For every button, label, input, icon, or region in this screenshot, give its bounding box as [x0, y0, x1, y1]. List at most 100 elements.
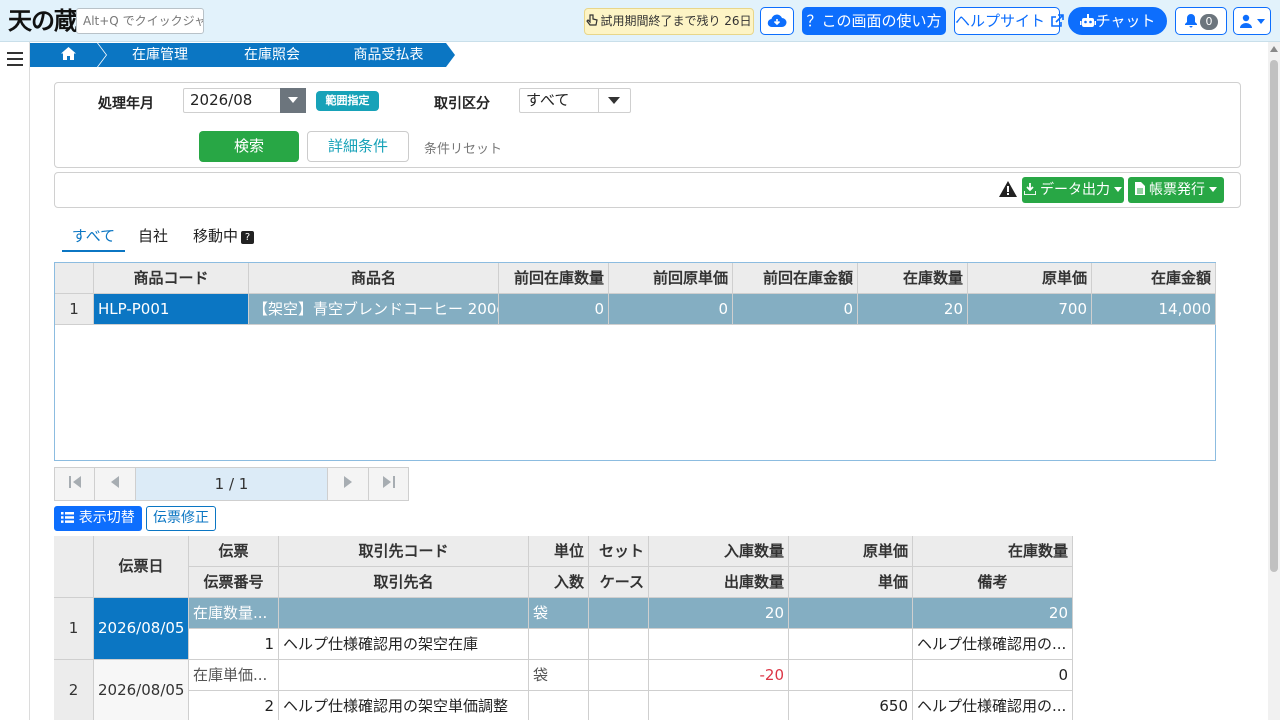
trade-label: 取引区分 [434, 96, 490, 112]
home-icon [61, 47, 76, 60]
grid2-header-price[interactable]: 単価 [789, 567, 913, 598]
table-cell-prev-cost[interactable]: 0 [609, 294, 733, 325]
table-cell-per[interactable] [529, 629, 589, 660]
table-cell-case[interactable] [589, 629, 649, 660]
breadcrumb-home[interactable] [30, 43, 106, 67]
table-cell-partner-name[interactable]: ヘルプ仕様確認用の架空在庫 [279, 629, 529, 660]
next-page-button[interactable] [328, 468, 369, 500]
grid-header-prev-qty[interactable]: 前回在庫数量 [499, 263, 609, 294]
table-cell-per[interactable] [529, 691, 589, 720]
table-cell-cost[interactable] [789, 598, 913, 629]
reset-conditions-link[interactable]: 条件リセット [424, 138, 502, 157]
trade-caret-down-icon[interactable] [608, 97, 620, 105]
table-cell-date[interactable]: 2026/08/05 [94, 660, 189, 720]
table-cell-price[interactable]: 650 [789, 691, 913, 720]
tab-own[interactable]: 自社 [138, 226, 168, 252]
breadcrumb-inventory[interactable]: 在庫管理 [98, 43, 222, 67]
table-cell-slip-no[interactable]: 2 [189, 691, 279, 720]
grid2-header-slip[interactable]: 伝票 [189, 536, 279, 567]
trial-notice[interactable]: 試用期間終了まで残り 26日 [584, 8, 754, 35]
help-question-icon[interactable]: ? [241, 231, 255, 244]
grid2-header-per[interactable]: 入数 [529, 567, 589, 598]
howto-button[interactable]: ？この画面の使い方 [802, 7, 946, 35]
chat-button[interactable]: チャット [1068, 7, 1167, 35]
warning-icon[interactable] [999, 181, 1017, 197]
table-cell-partner-name[interactable]: ヘルプ仕様確認用の架空単価調整 [279, 691, 529, 720]
table-cell-type[interactable]: 在庫数量... [189, 598, 279, 629]
period-dropdown-button[interactable] [280, 88, 306, 113]
grid-header-code[interactable]: 商品コード [94, 263, 249, 294]
table-cell-partner-code[interactable] [279, 598, 529, 629]
grid2-header-out-qty[interactable]: 出庫数量 [649, 567, 789, 598]
notification-button[interactable]: 0 [1175, 7, 1227, 35]
table-cell-price[interactable] [789, 629, 913, 660]
table-cell-name[interactable]: 【架空】青空ブレンドコーヒー 200g [249, 294, 499, 325]
grid2-header-case[interactable]: ケース [589, 567, 649, 598]
first-page-button[interactable] [55, 468, 95, 500]
grid-header-cost[interactable]: 原単価 [968, 263, 1092, 294]
table-cell-out-qty[interactable] [649, 629, 789, 660]
grid2-header-stock-qty[interactable]: 在庫数量 [913, 536, 1073, 567]
grid-header-prev-amount[interactable]: 前回在庫金額 [733, 263, 858, 294]
cloud-download-button[interactable] [760, 7, 794, 35]
data-output-button[interactable]: データ出力 [1022, 177, 1124, 203]
tab-all[interactable]: すべて [62, 226, 125, 252]
table-cell-qty[interactable]: 20 [858, 294, 968, 325]
grid2-header-slip-no[interactable]: 伝票番号 [189, 567, 279, 598]
notification-count-badge: 0 [1200, 14, 1218, 30]
table-cell-cost[interactable] [789, 660, 913, 691]
grid-header-prev-cost[interactable]: 前回原単価 [609, 263, 733, 294]
table-cell-stock-qty[interactable]: 0 [913, 660, 1073, 691]
table-cell-cost[interactable]: 700 [968, 294, 1092, 325]
table-cell-out-qty[interactable] [649, 691, 789, 720]
detail-conditions-button[interactable]: 詳細条件 [307, 131, 409, 162]
table-cell-unit[interactable]: 袋 [529, 660, 589, 691]
grid2-header-partner-name[interactable]: 取引先名 [279, 567, 529, 598]
grid2-header-partner-code[interactable]: 取引先コード [279, 536, 529, 567]
scroll-up-arrow-icon[interactable] [1270, 46, 1278, 52]
grid2-header-set[interactable]: セット [589, 536, 649, 567]
table-cell-partner-code[interactable] [279, 660, 529, 691]
table-cell-unit[interactable]: 袋 [529, 598, 589, 629]
page-scrollbar-thumb[interactable] [1270, 60, 1278, 572]
table-cell-in-qty[interactable]: -20 [649, 660, 789, 691]
app-logo[interactable]: 天の蔵 [8, 4, 78, 38]
table-cell-note[interactable]: ヘルプ仕様確認用の... [913, 691, 1073, 720]
edit-slip-button[interactable]: 伝票修正 [146, 506, 216, 531]
table-cell-in-qty[interactable]: 20 [649, 598, 789, 629]
table-cell-stock-qty[interactable]: 20 [913, 598, 1073, 629]
grid2-header-unit[interactable]: 単位 [529, 536, 589, 567]
last-page-button[interactable] [369, 468, 409, 500]
hamburger-menu-icon[interactable] [7, 52, 23, 66]
tab-in-transit[interactable]: 移動中? [193, 226, 255, 252]
quickjump-input[interactable]: Alt+Q でクイックジャンプ [76, 8, 204, 34]
helpsite-button[interactable]: ヘルプサイト [954, 7, 1064, 35]
table-cell-case[interactable] [589, 691, 649, 720]
prev-page-button[interactable] [95, 468, 136, 500]
grid-header-name[interactable]: 商品名 [249, 263, 499, 294]
search-button[interactable]: 検索 [199, 131, 299, 162]
table-cell-prev-amount[interactable]: 0 [733, 294, 858, 325]
grid-header-amount[interactable]: 在庫金額 [1092, 263, 1216, 294]
grid2-header-note[interactable]: 備考 [913, 567, 1073, 598]
grid2-header-in-qty[interactable]: 入庫数量 [649, 536, 789, 567]
caret-down-icon [1209, 187, 1218, 192]
table-cell-type[interactable]: 在庫単価... [189, 660, 279, 691]
table-cell-slip-no[interactable]: 1 [189, 629, 279, 660]
report-issue-button[interactable]: 帳票発行 [1128, 177, 1224, 203]
table-cell-date[interactable]: 2026/08/05 [94, 598, 189, 660]
grid2-header-cost[interactable]: 原単価 [789, 536, 913, 567]
table-cell-code[interactable]: HLP-P001 [94, 294, 249, 325]
toggle-view-button[interactable]: 表示切替 [54, 506, 142, 531]
grid2-header-date[interactable]: 伝票日 [94, 536, 189, 598]
bell-icon [1185, 14, 1197, 28]
user-menu-button[interactable] [1233, 7, 1271, 35]
table-cell-set[interactable] [589, 660, 649, 691]
table-cell-set[interactable] [589, 598, 649, 629]
table-cell-note[interactable]: ヘルプ仕様確認用の... [913, 629, 1073, 660]
range-button[interactable]: 範囲指定 [316, 91, 379, 111]
breadcrumb-stock-inquiry[interactable]: 在庫照会 [212, 43, 332, 67]
grid-header-qty[interactable]: 在庫数量 [858, 263, 968, 294]
table-cell-prev-qty[interactable]: 0 [499, 294, 609, 325]
table-cell-amount[interactable]: 14,000 [1092, 294, 1216, 325]
